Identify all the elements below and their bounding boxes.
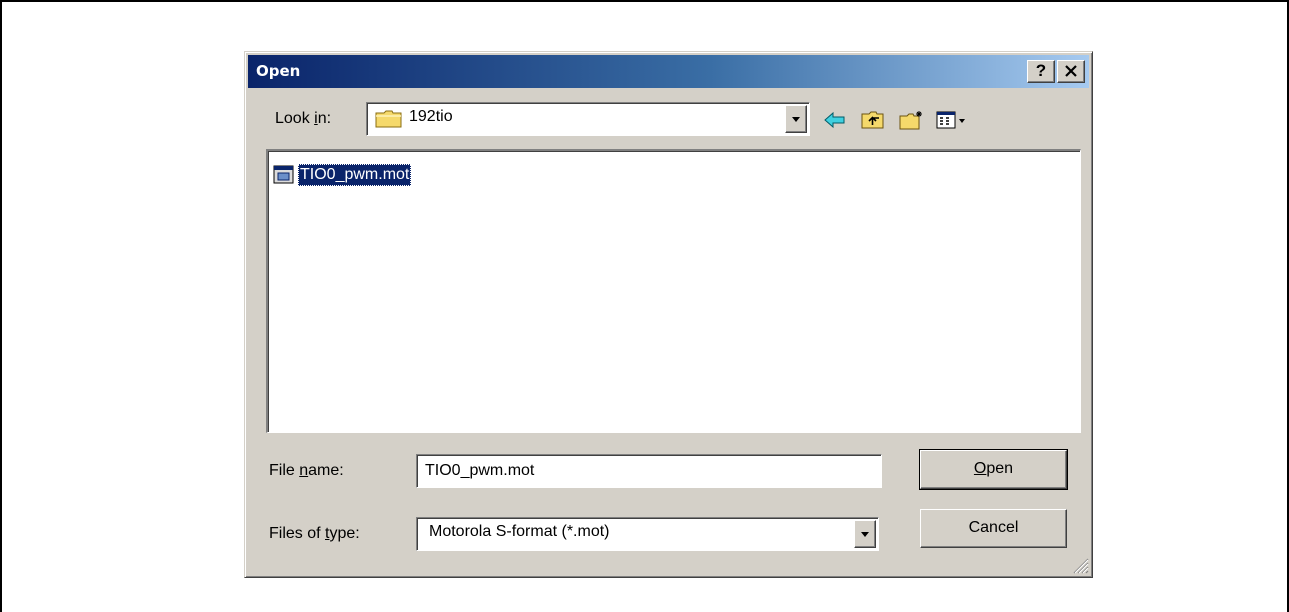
help-button[interactable]: ? bbox=[1027, 60, 1055, 83]
filename-label: File name: bbox=[269, 462, 344, 479]
filetype-dropdown-button[interactable] bbox=[854, 520, 876, 548]
close-icon bbox=[1065, 65, 1077, 77]
dialog-title: Open bbox=[256, 62, 301, 80]
folder-icon bbox=[375, 110, 402, 128]
cancel-button[interactable]: Cancel bbox=[920, 509, 1067, 548]
lookin-dropdown-button[interactable] bbox=[785, 105, 807, 133]
open-dialog: Open ? Look in: 192tio TIO0_pwm.mot File… bbox=[244, 51, 1093, 578]
close-button[interactable] bbox=[1057, 60, 1085, 83]
view-menu-icon[interactable] bbox=[935, 109, 967, 131]
lookin-combo[interactable]: 192tio bbox=[366, 102, 810, 136]
lookin-label: Look in: bbox=[275, 110, 332, 127]
file-list[interactable]: TIO0_pwm.mot bbox=[266, 149, 1081, 433]
filetype-value: Motorola S-format (*.mot) bbox=[429, 523, 610, 540]
filetype-combo[interactable]: Motorola S-format (*.mot) bbox=[416, 517, 879, 551]
open-button[interactable]: Open bbox=[919, 449, 1068, 490]
file-icon bbox=[273, 165, 294, 184]
list-item[interactable]: TIO0_pwm.mot bbox=[273, 163, 412, 187]
filename-input[interactable] bbox=[416, 454, 882, 488]
back-arrow-icon[interactable] bbox=[822, 109, 848, 131]
resize-grip-icon[interactable] bbox=[1071, 556, 1089, 574]
up-folder-icon[interactable] bbox=[860, 109, 886, 131]
lookin-value: 192tio bbox=[409, 108, 453, 125]
file-name: TIO0_pwm.mot bbox=[298, 164, 412, 186]
new-folder-icon[interactable] bbox=[899, 109, 925, 131]
filetype-label: Files of type: bbox=[269, 525, 360, 542]
title-bar[interactable]: Open ? bbox=[248, 55, 1089, 88]
